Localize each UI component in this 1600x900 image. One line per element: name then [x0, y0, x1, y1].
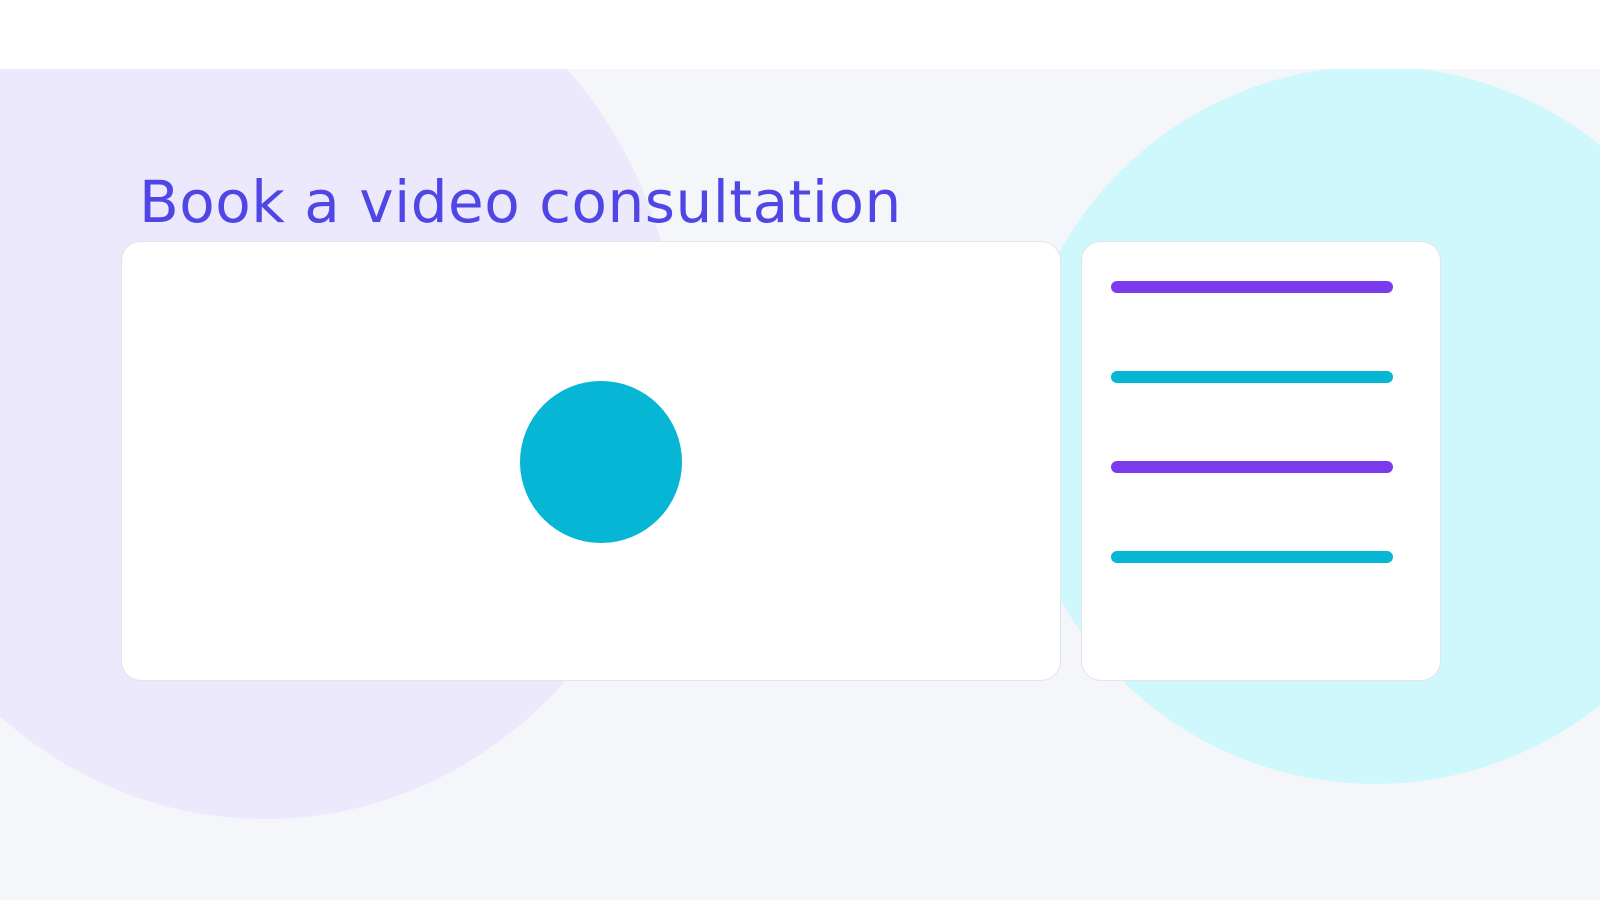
play-circle-icon[interactable] — [520, 381, 682, 543]
top-bar — [0, 0, 1600, 69]
side-panel-line-4 — [1111, 551, 1393, 563]
side-panel — [1081, 241, 1441, 681]
side-panel-line-2 — [1111, 371, 1393, 383]
side-panel-line-1 — [1111, 281, 1393, 293]
video-panel[interactable] — [121, 241, 1061, 681]
side-panel-line-3 — [1111, 461, 1393, 473]
page-title: Book a video consultation — [139, 168, 902, 236]
